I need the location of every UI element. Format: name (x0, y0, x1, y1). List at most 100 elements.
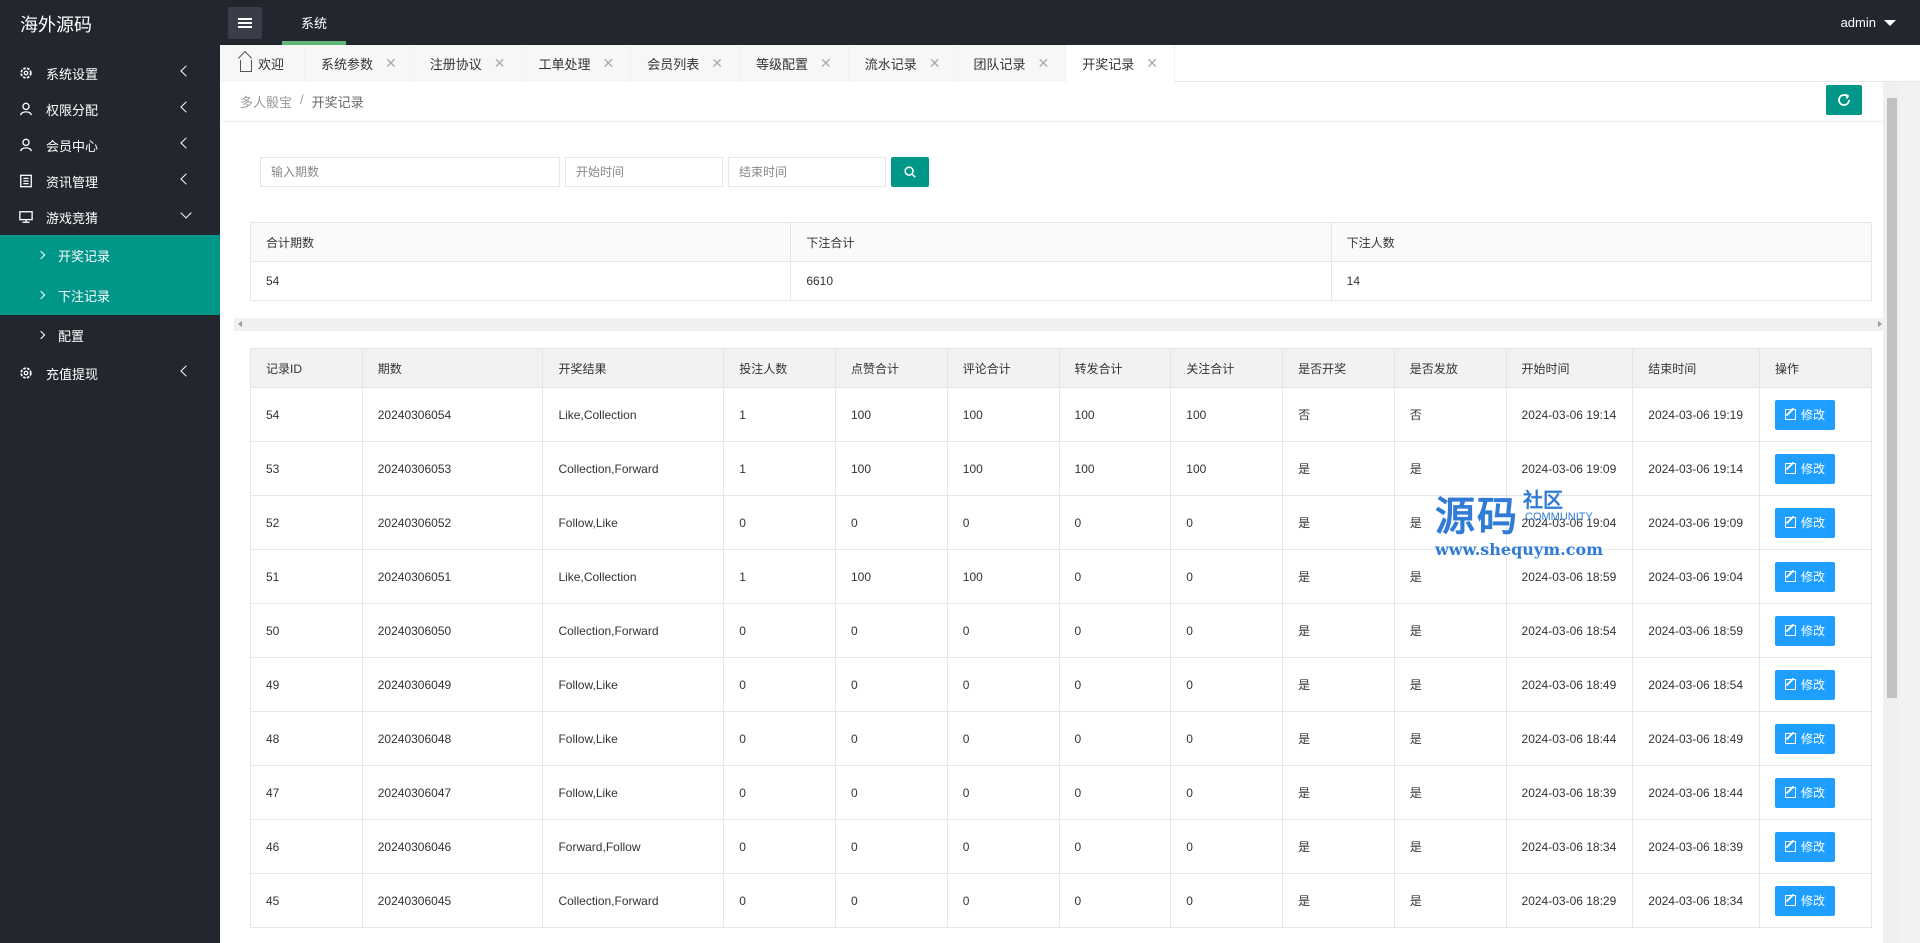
table-cell: 是 (1282, 873, 1395, 928)
table-row: 48 20240306048 Follow,Like 0 0 0 0 0 是是 2024-03-0… (250, 711, 1872, 766)
app-logo: 海外源码 (20, 15, 92, 35)
sidebar-sub-label: 配置 (58, 328, 85, 344)
tab-level-config[interactable]: 等级配置 ✕ (740, 45, 849, 82)
search-button[interactable] (891, 157, 929, 187)
table-cell: 0 (835, 819, 948, 874)
summary-value: 6610 (790, 261, 1332, 301)
tab-team-records[interactable]: 团队记录 ✕ (957, 45, 1067, 82)
top-nav-system[interactable]: 系统 (282, 0, 346, 45)
table-cell-actions: 修改 (1759, 765, 1872, 820)
close-icon[interactable]: ✕ (1146, 55, 1158, 72)
edit-button[interactable]: 修改 (1775, 831, 1836, 862)
menu-toggle-button[interactable] (228, 7, 262, 39)
edit-button[interactable]: 修改 (1775, 561, 1836, 592)
table-cell: 2024-03-06 18:54 (1505, 603, 1634, 658)
user-icon (18, 137, 34, 153)
tab-flow-records[interactable]: 流水记录 ✕ (848, 45, 958, 82)
table-cell: 是 (1393, 873, 1507, 928)
tab-register-agreement[interactable]: 注册协议 ✕ (413, 45, 523, 82)
scroll-right-arrow-icon[interactable] (1878, 321, 1882, 327)
sidebar-sub-draw-records[interactable]: 开奖记录 (0, 235, 220, 275)
tab-label: 开奖记录 (1082, 57, 1135, 72)
sidebar-item-recharge[interactable]: 充值提现 (0, 355, 220, 391)
edit-button[interactable]: 修改 (1775, 777, 1836, 808)
close-icon[interactable]: ✕ (494, 55, 506, 72)
table-row: 47 20240306047 Follow,Like 0 0 0 0 0 是是 2024-03-0… (250, 765, 1872, 820)
table-cell: 是 (1282, 765, 1395, 820)
tab-welcome[interactable]: 欢迎 (220, 45, 306, 82)
close-icon[interactable]: ✕ (820, 55, 832, 72)
tab-member-list[interactable]: 会员列表 ✕ (631, 45, 741, 82)
table-row: 50 20240306050 Collection,Forward 0 0 0 0 0 是是 20… (250, 603, 1872, 658)
table-cell: Like,Collection (542, 549, 725, 604)
edit-icon (1785, 895, 1797, 906)
chevron-right-icon (36, 330, 46, 340)
sidebar-item-permissions[interactable]: 权限分配 (0, 91, 220, 127)
table-cell: 是 (1393, 603, 1507, 658)
start-time-input[interactable] (565, 157, 723, 187)
edit-label: 修改 (1801, 570, 1826, 584)
sidebar-sub-label: 开奖记录 (58, 248, 111, 264)
summary-value: 14 (1330, 261, 1873, 301)
tab-tickets[interactable]: 工单处理 ✕ (522, 45, 632, 82)
column-header: 点赞合计 (835, 348, 948, 388)
edit-label: 修改 (1801, 408, 1826, 422)
chevron-left-icon (180, 65, 192, 77)
table-cell: 0 (946, 819, 1060, 874)
scroll-left-arrow-icon[interactable] (238, 321, 242, 327)
user-icon (18, 101, 34, 117)
tab-draw-records[interactable]: 开奖记录 ✕ (1066, 45, 1176, 82)
edit-button[interactable]: 修改 (1775, 615, 1836, 646)
column-header: 开奖结果 (542, 348, 725, 388)
breadcrumb-root[interactable]: 多人骰宝 (240, 92, 292, 111)
table-cell: Like,Collection (542, 387, 725, 442)
watermark-logo: 源码 社区 COMMUNITY www.shequym.com (1435, 484, 1603, 559)
table-cell: 46 (250, 819, 363, 874)
table-cell: 100 (835, 387, 948, 442)
table-cell-actions: 修改 (1759, 711, 1872, 766)
column-header: 结束时间 (1632, 348, 1761, 388)
table-cell: 47 (250, 765, 363, 820)
table-cell: 是 (1393, 765, 1507, 820)
caret-down-icon (1884, 19, 1896, 26)
tab-system-params[interactable]: 系统参数 ✕ (305, 45, 414, 82)
sidebar-item-label: 权限分配 (46, 102, 99, 118)
table-cell: 0 (1058, 765, 1172, 820)
sidebar-item-system-settings[interactable]: 系统设置 (0, 55, 220, 91)
user-menu[interactable]: admin (1841, 0, 1896, 45)
close-icon[interactable]: ✕ (711, 55, 723, 72)
table-cell: 0 (1058, 495, 1172, 550)
edit-button[interactable]: 修改 (1775, 885, 1836, 916)
table-row: 46 20240306046 Forward,Follow 0 0 0 0 0 是是 2024-0… (250, 819, 1872, 874)
sidebar-item-game[interactable]: 游戏竞猜 (0, 199, 220, 235)
scrollbar-thumb[interactable] (1887, 98, 1897, 698)
edit-button[interactable]: 修改 (1775, 669, 1836, 700)
vertical-scrollbar[interactable] (1883, 82, 1900, 943)
edit-button[interactable]: 修改 (1775, 453, 1836, 484)
edit-button[interactable]: 修改 (1775, 399, 1836, 430)
close-icon[interactable]: ✕ (929, 55, 941, 72)
period-input[interactable] (260, 157, 560, 187)
sidebar-item-members[interactable]: 会员中心 (0, 127, 220, 163)
edit-button[interactable]: 修改 (1775, 723, 1836, 754)
table-cell: 是 (1393, 657, 1507, 712)
table-cell: 0 (946, 711, 1060, 766)
table-cell: 是 (1282, 441, 1395, 496)
sidebar-item-news[interactable]: 资讯管理 (0, 163, 220, 199)
table-cell: 2024-03-06 19:09 (1632, 495, 1761, 550)
close-icon[interactable]: ✕ (385, 55, 397, 72)
table-cell: 0 (1058, 657, 1172, 712)
table-cell: 100 (1058, 441, 1172, 496)
horizontal-scrollbar[interactable] (234, 318, 1886, 331)
close-icon[interactable]: ✕ (1038, 55, 1050, 72)
close-icon[interactable]: ✕ (603, 55, 615, 72)
edit-button[interactable]: 修改 (1775, 507, 1836, 538)
column-header: 是否发放 (1393, 348, 1507, 388)
edit-label: 修改 (1801, 732, 1826, 746)
sidebar-sub-bet-records[interactable]: 下注记录 (0, 275, 220, 315)
refresh-button[interactable] (1826, 85, 1862, 115)
end-time-input[interactable] (728, 157, 886, 187)
sidebar-sub-config[interactable]: 配置 (0, 315, 220, 355)
table-cell: 20240306047 (361, 765, 544, 820)
table-cell: 是 (1393, 711, 1507, 766)
